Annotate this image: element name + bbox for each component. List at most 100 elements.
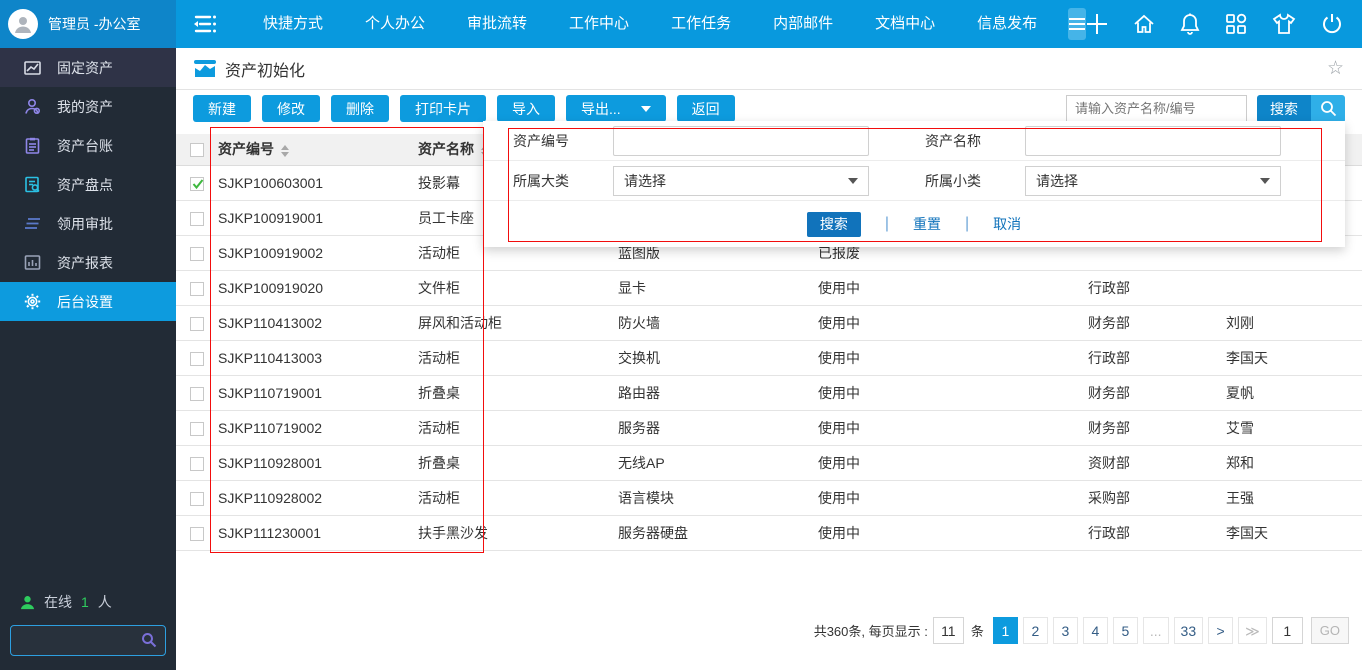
nav-item-4[interactable]: 工作中心 xyxy=(548,0,650,48)
power-icon[interactable] xyxy=(1321,13,1343,35)
table-row[interactable]: SJKP110719001折叠桌路由器使用中财务部夏帆 xyxy=(176,375,1362,410)
select-all-checkbox[interactable] xyxy=(190,143,204,157)
row-checkbox-cell[interactable] xyxy=(176,515,210,550)
sort-icon[interactable] xyxy=(281,145,289,157)
panel-reset-button[interactable]: 重置 xyxy=(913,214,941,234)
nav-item-6[interactable]: 内部邮件 xyxy=(752,0,854,48)
panel-cancel-button[interactable]: 取消 xyxy=(993,214,1021,234)
panel-search-button[interactable]: 搜索 xyxy=(807,212,861,237)
nav-item-3[interactable]: 审批流转 xyxy=(446,0,548,48)
nav-item-2[interactable]: 个人办公 xyxy=(344,0,446,48)
sidebar-item-3[interactable]: 资产台账 xyxy=(0,126,176,165)
collapse-menu-icon[interactable] xyxy=(192,13,218,35)
search-button[interactable]: 搜索 xyxy=(1257,95,1311,123)
row-checkbox-cell[interactable] xyxy=(176,375,210,410)
nav-item-7[interactable]: 文档中心 xyxy=(854,0,956,48)
home-icon[interactable] xyxy=(1133,13,1155,35)
row-checkbox[interactable] xyxy=(190,317,204,331)
page-button-5[interactable]: 5 xyxy=(1113,617,1138,644)
edit-button[interactable]: 修改 xyxy=(262,95,320,122)
row-checkbox[interactable] xyxy=(190,387,204,401)
back-button[interactable]: 返回 xyxy=(677,95,735,122)
person-silhouette-icon xyxy=(12,13,34,35)
major-category-select[interactable]: 请选择 xyxy=(613,166,869,196)
sidebar-item-7[interactable]: 后台设置 xyxy=(0,282,176,321)
user-cell: 郑和 xyxy=(1218,445,1362,480)
asset-name-input[interactable] xyxy=(1025,126,1281,156)
row-checkbox-cell[interactable] xyxy=(176,165,210,200)
clipboard-icon xyxy=(24,137,41,154)
plus-icon[interactable] xyxy=(1086,13,1108,35)
table-row[interactable]: SJKP110928002活动柜语言模块使用中采购部王强 xyxy=(176,480,1362,515)
sidebar-item-6[interactable]: 资产报表 xyxy=(0,243,176,282)
minor-category-label: 所属小类 xyxy=(925,171,1025,191)
apps-icon[interactable] xyxy=(1225,13,1247,35)
search-magnifier-icon[interactable] xyxy=(1311,95,1345,123)
table-row[interactable]: SJKP110928001折叠桌无线AP使用中资财部郑和 xyxy=(176,445,1362,480)
minor-category-select[interactable]: 请选择 xyxy=(1025,166,1281,196)
page-size-input[interactable] xyxy=(933,617,964,644)
row-checkbox-cell[interactable] xyxy=(176,445,210,480)
item-name-cell: 显卡 xyxy=(610,270,810,305)
search-panel-row: 资产编号 资产名称 xyxy=(483,121,1345,161)
next-page-button[interactable]: > xyxy=(1208,617,1233,644)
status-cell: 使用中 xyxy=(810,515,1080,550)
export-dropdown-button[interactable]: 导出... xyxy=(566,95,666,122)
shirt-icon[interactable] xyxy=(1272,13,1296,35)
row-checkbox-cell[interactable] xyxy=(176,270,210,305)
bell-icon[interactable] xyxy=(1180,13,1200,35)
page-button-4[interactable]: 4 xyxy=(1083,617,1108,644)
nav-item-5[interactable]: 工作任务 xyxy=(650,0,752,48)
row-checkbox-cell[interactable] xyxy=(176,200,210,235)
table-row[interactable]: SJKP110413002屏风和活动柜防火墙使用中财务部刘刚 xyxy=(176,305,1362,340)
sidebar-search-icon[interactable] xyxy=(141,632,157,648)
row-checkbox[interactable] xyxy=(190,177,204,191)
column-header-1[interactable]: 资产编号 xyxy=(210,134,410,165)
row-checkbox[interactable] xyxy=(190,352,204,366)
table-row[interactable]: SJKP100919020文件柜显卡使用中行政部 xyxy=(176,270,1362,305)
column-header-label: 资产名称 xyxy=(418,141,474,157)
page-button-1[interactable]: 1 xyxy=(993,617,1018,644)
new-button[interactable]: 新建 xyxy=(193,95,251,122)
user-segment[interactable]: 管理员 -办公室 xyxy=(0,0,176,48)
favorite-star-icon[interactable]: ☆ xyxy=(1327,57,1344,80)
go-button[interactable]: GO xyxy=(1311,617,1349,644)
row-checkbox[interactable] xyxy=(190,422,204,436)
last-page-button[interactable]: ≫ xyxy=(1238,617,1267,644)
sidebar-item-4[interactable]: 资产盘点 xyxy=(0,165,176,204)
asset-search-input[interactable] xyxy=(1066,95,1247,122)
avatar[interactable] xyxy=(8,9,38,39)
row-checkbox-cell[interactable] xyxy=(176,480,210,515)
page-button-3[interactable]: 3 xyxy=(1053,617,1078,644)
row-checkbox-cell[interactable] xyxy=(176,340,210,375)
row-checkbox[interactable] xyxy=(190,492,204,506)
row-checkbox-cell[interactable] xyxy=(176,410,210,445)
nav-item-8[interactable]: 信息发布 xyxy=(956,0,1058,48)
row-checkbox-cell[interactable] xyxy=(176,305,210,340)
row-checkbox[interactable] xyxy=(190,457,204,471)
row-checkbox[interactable] xyxy=(190,527,204,541)
online-person-icon xyxy=(20,595,35,610)
nav-more-button[interactable] xyxy=(1068,8,1086,40)
print-card-button[interactable]: 打印卡片 xyxy=(400,95,486,122)
table-row[interactable]: SJKP110413003活动柜交换机使用中行政部李国天 xyxy=(176,340,1362,375)
table-row[interactable]: SJKP111230001扶手黑沙发服务器硬盘使用中行政部李国天 xyxy=(176,515,1362,550)
sidebar-item-2[interactable]: 我的资产 xyxy=(0,87,176,126)
nav-item-1[interactable]: 快捷方式 xyxy=(242,0,344,48)
import-button[interactable]: 导入 xyxy=(497,95,555,122)
sidebar-item-1[interactable]: 固定资产 xyxy=(0,48,176,87)
table-row[interactable]: SJKP110719002活动柜服务器使用中财务部艾雪 xyxy=(176,410,1362,445)
row-checkbox[interactable] xyxy=(190,282,204,296)
sidebar-item-5[interactable]: 领用审批 xyxy=(0,204,176,243)
goto-page-input[interactable] xyxy=(1272,617,1303,644)
row-checkbox[interactable] xyxy=(190,212,204,226)
page-button-2[interactable]: 2 xyxy=(1023,617,1048,644)
status-cell: 使用中 xyxy=(810,340,1080,375)
asset-code-input[interactable] xyxy=(613,126,869,156)
page-button-33[interactable]: 33 xyxy=(1174,617,1204,644)
row-checkbox[interactable] xyxy=(190,247,204,261)
row-checkbox-cell[interactable] xyxy=(176,235,210,270)
page-ellipsis: ... xyxy=(1143,617,1169,644)
delete-button[interactable]: 删除 xyxy=(331,95,389,122)
department-cell: 行政部 xyxy=(1080,340,1218,375)
